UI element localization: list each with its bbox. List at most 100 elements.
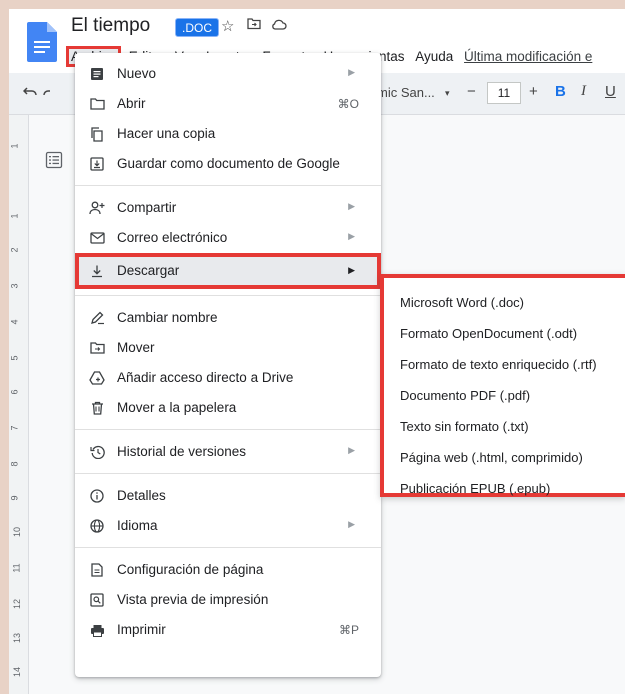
menu-item-label: Historial de versiones <box>117 444 247 459</box>
download-option-epub[interactable]: Publicación EPUB (.epub) <box>400 481 550 496</box>
vertical-ruler[interactable]: 1 1 2 3 4 5 6 7 8 9 10 11 12 13 14 <box>9 115 29 694</box>
submenu-arrow-icon: ▶ <box>348 445 355 455</box>
ruler-number: 1 <box>9 213 20 219</box>
increase-font-size-button[interactable]: + <box>529 83 538 100</box>
share-user-icon <box>89 200 105 216</box>
download-option-txt[interactable]: Texto sin formato (.txt) <box>400 419 529 434</box>
last-modified-link[interactable]: Última modificación e <box>461 48 595 65</box>
menu-item-nuevo[interactable]: Nuevo ▶ <box>75 59 381 89</box>
folder-icon <box>89 96 105 112</box>
menu-item-mover[interactable]: Mover <box>75 333 381 363</box>
info-icon <box>89 488 105 504</box>
ruler-number: 4 <box>9 319 20 325</box>
download-option-html[interactable]: Página web (.html, comprimido) <box>400 450 583 465</box>
undo-icon[interactable] <box>22 85 37 100</box>
bold-button[interactable]: B <box>555 83 566 100</box>
drive-shortcut-icon <box>89 370 105 386</box>
menu-item-abrir[interactable]: Abrir ⌘O <box>75 89 381 119</box>
ruler-number: 2 <box>9 247 20 253</box>
save-icon <box>89 156 105 172</box>
download-icon <box>89 263 105 279</box>
menu-item-label: Mover a la papelera <box>117 400 237 415</box>
copy-icon <box>89 126 105 142</box>
menu-item-label: Hacer una copia <box>117 126 216 141</box>
menu-item-vista-previa[interactable]: Vista previa de impresión <box>75 585 381 615</box>
menu-item-label: Abrir <box>117 96 146 111</box>
ruler-number: 1 <box>9 143 20 149</box>
ruler-number: 8 <box>9 461 20 467</box>
menu-item-label: Nuevo <box>117 66 157 81</box>
menu-item-label: Compartir <box>117 200 177 215</box>
menu-item-detalles[interactable]: Detalles <box>75 481 381 511</box>
menu-item-label: Guardar como documento de Google <box>117 156 340 171</box>
menu-ayuda[interactable]: Ayuda <box>412 48 456 65</box>
menu-item-label: Vista previa de impresión <box>117 592 269 607</box>
menu-item-correo[interactable]: Correo electrónico ▶ <box>75 223 381 253</box>
download-option-docx[interactable]: Microsoft Word (.doc) <box>400 295 524 310</box>
ruler-number: 10 <box>12 526 23 538</box>
star-icon[interactable]: ☆ <box>221 17 234 35</box>
menu-separator <box>75 185 381 186</box>
mail-icon <box>89 230 105 246</box>
cloud-status-icon[interactable] <box>271 17 287 34</box>
menu-separator <box>75 295 381 296</box>
google-docs-logo-icon[interactable] <box>27 22 57 62</box>
file-menu: Nuevo ▶ Abrir ⌘O Hacer una copia Guardar… <box>75 53 381 677</box>
download-option-pdf[interactable]: Documento PDF (.pdf) <box>400 388 530 403</box>
menu-item-label: Detalles <box>117 488 166 503</box>
menu-item-hacer-copia[interactable]: Hacer una copia <box>75 119 381 149</box>
ruler-number: 12 <box>12 598 23 610</box>
font-dropdown-chevron-icon[interactable]: ▾ <box>445 88 450 99</box>
menu-item-compartir[interactable]: Compartir ▶ <box>75 193 381 223</box>
menu-item-label: Imprimir <box>117 622 166 637</box>
menu-item-configuracion-pagina[interactable]: Configuración de página <box>75 555 381 585</box>
ruler-number: 5 <box>9 355 20 361</box>
document-title[interactable]: El tiempo <box>71 15 150 37</box>
submenu-arrow-icon: ▶ <box>348 67 355 77</box>
menu-separator <box>75 547 381 548</box>
menu-item-imprimir[interactable]: Imprimir ⌘P <box>75 615 381 645</box>
underline-button[interactable]: U <box>605 83 616 100</box>
shortcut-label: ⌘O <box>337 97 359 111</box>
history-icon <box>89 444 105 460</box>
menu-item-label: Mover <box>117 340 155 355</box>
ruler-number: 11 <box>11 563 22 573</box>
trash-icon <box>89 400 105 416</box>
download-option-rtf[interactable]: Formato de texto enriquecido (.rtf) <box>400 357 597 372</box>
move-to-folder-icon[interactable] <box>247 17 261 34</box>
ruler-number: 7 <box>9 425 20 431</box>
ruler-number: 6 <box>9 389 20 395</box>
menu-item-cambiar-nombre[interactable]: Cambiar nombre <box>75 303 381 333</box>
menu-item-idioma[interactable]: Idioma ▶ <box>75 511 381 541</box>
menu-item-label: Descargar <box>117 263 180 278</box>
decrease-font-size-button[interactable]: − <box>467 83 476 100</box>
ruler-number: 3 <box>9 283 20 289</box>
file-type-badge: .DOC <box>175 18 219 37</box>
menu-item-guardar-como-google[interactable]: Guardar como documento de Google <box>75 149 381 179</box>
font-selector[interactable]: mic San... <box>377 85 435 100</box>
italic-button[interactable]: I <box>581 83 586 100</box>
menu-item-label: Cambiar nombre <box>117 310 218 325</box>
menu-item-mover-papelera[interactable]: Mover a la papelera <box>75 393 381 423</box>
printer-icon <box>89 622 105 638</box>
ruler-number: 13 <box>12 632 23 644</box>
menu-item-historial-versiones[interactable]: Historial de versiones ▶ <box>75 437 381 467</box>
menu-separator <box>75 473 381 474</box>
menu-item-descargar[interactable]: Descargar ▶ <box>75 253 381 289</box>
submenu-arrow-icon: ▶ <box>348 265 355 275</box>
submenu-arrow-icon: ▶ <box>348 231 355 241</box>
menu-item-label: Idioma <box>117 518 158 533</box>
document-outline-icon[interactable] <box>45 151 63 169</box>
submenu-arrow-icon: ▶ <box>348 201 355 211</box>
menu-item-label: Configuración de página <box>117 562 264 577</box>
shortcut-label: ⌘P <box>338 623 359 637</box>
new-doc-icon <box>89 66 105 82</box>
download-option-odt[interactable]: Formato OpenDocument (.odt) <box>400 326 577 341</box>
app-window: El tiempo .DOC ☆ Archivo Editar Ver Inse… <box>9 9 625 694</box>
download-submenu: Microsoft Word (.doc) Formato OpenDocume… <box>380 274 625 497</box>
font-size-input[interactable]: 11 <box>487 82 521 104</box>
page-setup-icon <box>89 562 105 578</box>
menu-item-acceso-directo-drive[interactable]: Añadir acceso directo a Drive <box>75 363 381 393</box>
redo-icon[interactable] <box>43 85 51 100</box>
ruler-number: 14 <box>12 666 23 678</box>
